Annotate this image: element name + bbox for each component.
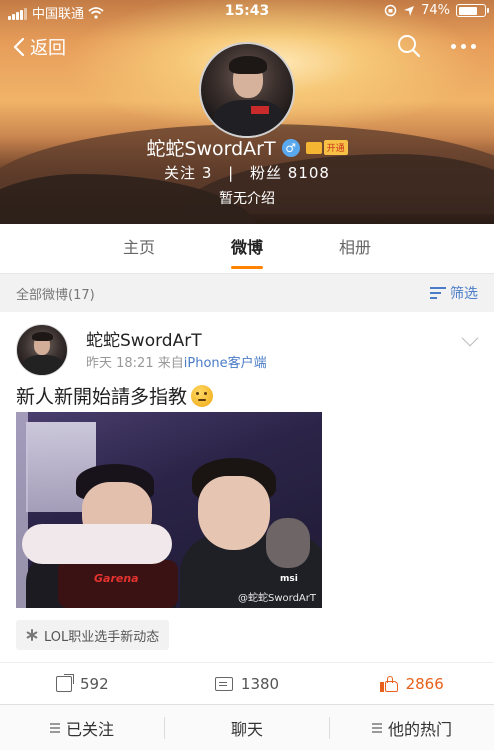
hot-posts-label: 他的热门 (387, 719, 452, 739)
comment-icon (214, 676, 233, 691)
tab-weibo[interactable]: 微博 (193, 224, 301, 273)
post-text-content: 新人新開始請多指教 (16, 386, 188, 408)
following-link[interactable]: 关注 3 (164, 164, 212, 182)
stats-separator: | (228, 164, 235, 182)
filter-icon (430, 287, 446, 299)
chevron-down-icon[interactable] (461, 329, 479, 347)
followers-label: 粉丝 (249, 164, 282, 182)
post-avatar[interactable] (16, 324, 68, 376)
profile-avatar[interactable] (199, 42, 295, 138)
topic-icon (26, 629, 38, 641)
following-count: 3 (201, 164, 213, 182)
thinking-emoji-icon (191, 384, 214, 407)
filter-button[interactable]: 筛选 (430, 283, 478, 303)
comment-count: 1380 (240, 674, 280, 693)
followed-button[interactable]: 已关注 (0, 716, 164, 740)
profile-cover: 中国联通 15:43 74% 返回 蛇蛇SwordArT ♂ 开通 关注 3 |… (0, 0, 494, 224)
battery-percent: 74% (421, 3, 450, 18)
more-dots-icon[interactable] (451, 43, 476, 49)
image-brand-text: msi (280, 574, 298, 584)
like-count: 2866 (405, 674, 444, 693)
profile-stats: 关注 3 | 粉丝 8108 (0, 162, 494, 183)
back-button[interactable]: 返回 (12, 34, 66, 60)
menu-icon (49, 723, 60, 733)
back-label: 返回 (30, 38, 66, 59)
thumbs-up-icon (379, 675, 398, 692)
hot-posts-button[interactable]: 他的热门 (330, 716, 494, 740)
image-watermark: @蛇蛇SwordArT (238, 593, 316, 604)
menu-icon (371, 723, 382, 733)
followed-label: 已关注 (65, 719, 114, 739)
search-icon[interactable] (397, 34, 421, 58)
share-count: 592 (80, 674, 109, 693)
status-bar: 中国联通 15:43 74% (0, 0, 494, 22)
post-author[interactable]: 蛇蛇SwordArT (86, 326, 202, 351)
followers-link[interactable]: 粉丝 8108 (250, 164, 330, 182)
male-gender-icon: ♂ (281, 138, 300, 157)
post-actions: 592 1380 2866 (0, 662, 494, 704)
tab-album[interactable]: 相册 (301, 224, 409, 273)
post-meta: 昨天 18:21 来自iPhone客户端 (86, 352, 267, 371)
chat-label: 聊天 (230, 719, 263, 739)
bottom-action-bar: 已关注 聊天 他的热门 (0, 704, 494, 750)
post-source[interactable]: iPhone客户端 (184, 356, 267, 371)
followers-count: 8108 (287, 164, 330, 182)
chevron-left-icon (13, 37, 25, 57)
post-source-prefix: 来自 (157, 356, 184, 371)
chat-button[interactable]: 聊天 (165, 716, 329, 740)
post-time: 昨天 18:21 (86, 356, 154, 371)
filter-label: 筛选 (450, 286, 478, 302)
location-icon (404, 5, 415, 16)
crown-icon (305, 141, 322, 154)
profile-name: 蛇蛇SwordArT (146, 138, 276, 160)
post-image[interactable]: Garena msi @蛇蛇SwordArT (16, 412, 322, 608)
vip-tag: 开通 (323, 140, 348, 155)
share-button[interactable]: 592 (0, 663, 165, 704)
following-label: 关注 (164, 164, 197, 182)
rotation-lock-icon (384, 4, 397, 17)
battery-icon (456, 4, 489, 17)
topic-label: LOL职业选手新动态 (44, 629, 160, 645)
post-card: 蛇蛇SwordArT 昨天 18:21 来自iPhone客户端 新人新開始請多指… (0, 312, 494, 704)
share-icon (56, 673, 75, 692)
post-text: 新人新開始請多指教 (16, 382, 214, 409)
profile-name-row: 蛇蛇SwordArT ♂ 开通 (0, 134, 494, 161)
all-posts-count: 全部微博(17) (16, 287, 95, 303)
tab-home[interactable]: 主页 (85, 224, 193, 273)
like-button[interactable]: 2866 (329, 663, 494, 704)
filter-bar: 全部微博(17) 筛选 (0, 275, 494, 311)
profile-tabs: 主页 微博 相册 (0, 224, 494, 274)
vip-badge[interactable]: 开通 (305, 140, 348, 155)
topic-tag[interactable]: LOL职业选手新动态 (16, 620, 170, 650)
comment-button[interactable]: 1380 (165, 663, 330, 704)
image-logo-text: Garena (94, 572, 139, 585)
profile-intro: 暂无介绍 (219, 191, 275, 207)
